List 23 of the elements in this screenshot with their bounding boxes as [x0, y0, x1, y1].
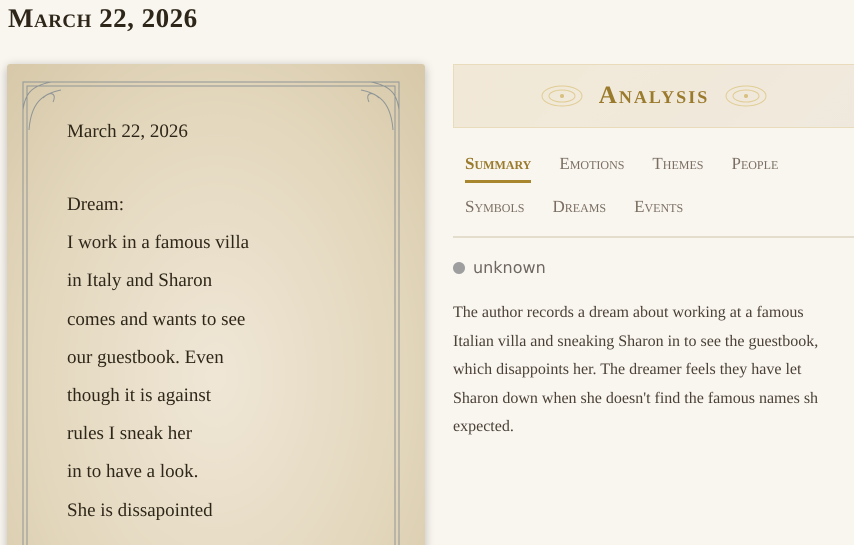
status-label: unknown — [473, 258, 546, 277]
tab[interactable]: Summary — [465, 150, 532, 183]
tab[interactable]: Themes — [652, 150, 704, 183]
tab[interactable]: Dreams — [552, 193, 606, 226]
tab[interactable]: People — [731, 150, 778, 183]
journal-line: Dream: — [67, 193, 125, 217]
tab[interactable]: Symbols — [465, 193, 524, 226]
tab[interactable]: Events — [634, 193, 684, 226]
journal-line: in Italy and Sharon — [67, 269, 214, 294]
analysis-title: Analysis — [598, 82, 710, 110]
eye-ornament-icon — [725, 85, 768, 107]
journal-line: I work in a famous villa — [67, 231, 250, 256]
page-title: March 22, 2026 — [7, 2, 199, 35]
journal-date: March 22, 2026 — [67, 120, 189, 144]
journal-line: comes and wants to see — [67, 308, 246, 332]
summary-paragraph: The author records a dream about working at a famous Italian villa and sneaking Sharon in to see the guestbook, which disappoints her. The dreamer feels they have let Sharon down when she doesn't find the famous names sh expected. — [453, 303, 820, 437]
journal-line: though it is against — [67, 384, 212, 408]
journal-line: our guestbook. Even — [67, 346, 225, 370]
tab[interactable]: Emotions — [559, 150, 624, 183]
journal-line: rules I sneak her — [67, 422, 194, 446]
journal-line: in to have a look. — [67, 460, 200, 484]
eye-ornament-icon — [540, 85, 583, 107]
journal-line: She is dissapointed — [67, 498, 214, 523]
